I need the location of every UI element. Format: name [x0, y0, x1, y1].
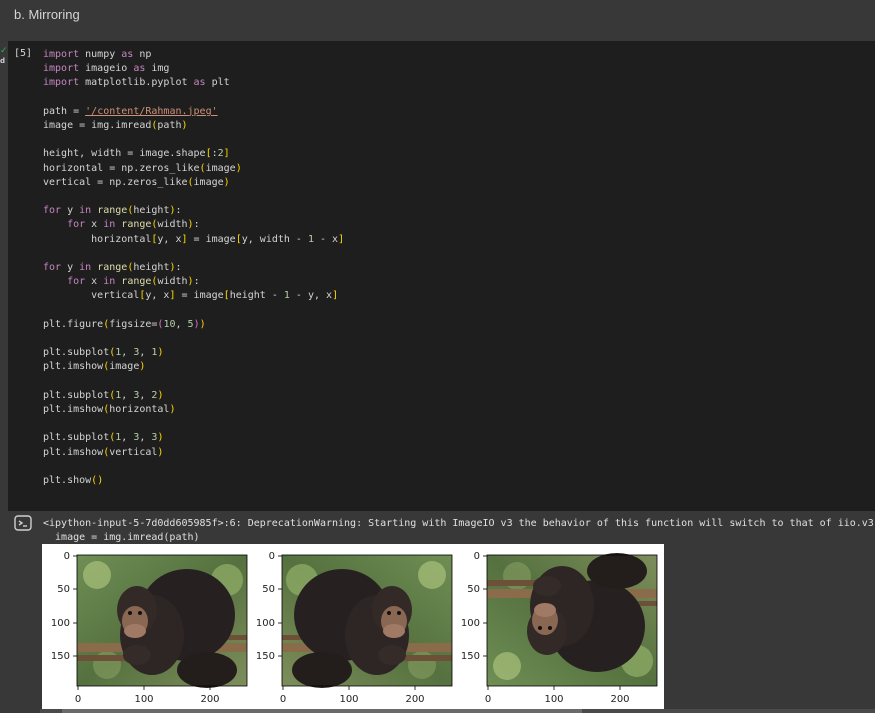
chimpanzee-photo [77, 555, 247, 688]
chimpanzee-photo-flipped-vertically [487, 553, 657, 686]
code-line: plt.imshow(vertical) [43, 446, 164, 458]
code-line: height, width = image.shape[:2] [43, 148, 230, 160]
ytick-label: 150 [256, 651, 275, 662]
code-line: for y in range(height): [43, 262, 182, 274]
code-line: plt.subplot(1, 3, 3) [43, 432, 164, 444]
code-line: import matplotlib.pyplot as plt [43, 77, 230, 89]
chimpanzee-photo-mirrored-horizontally [282, 555, 452, 688]
subplot-vertical: 0 50 100 150 0 100 200 [461, 551, 658, 705]
warning-line: <ipython-input-5-7d0dd605985f>:6: Deprec… [43, 518, 875, 529]
figure-canvas: 0 50 100 150 0 100 200 0 50 100 150 0 10… [51, 551, 658, 705]
code-line: plt.figure(figsize=(10, 5)) [43, 318, 206, 330]
xtick-label: 100 [339, 694, 358, 705]
code-line: for x in range(width): [67, 219, 200, 231]
xtick-label: 0 [485, 694, 491, 705]
ytick-label: 100 [256, 618, 275, 629]
subplot-horizontal: 0 50 100 150 0 100 200 [256, 551, 453, 705]
code-line: horizontal = np.zeros_like(image) [43, 162, 242, 174]
code-line: for y in range(height): [43, 205, 182, 217]
code-line: image = img.imread(path) [43, 120, 188, 132]
code-line: horizontal[y, x] = image[y, width - 1 - … [43, 233, 345, 245]
ytick-label: 100 [51, 618, 70, 629]
xtick-label: 100 [544, 694, 563, 705]
ytick-label: 50 [467, 584, 480, 595]
code-line: path = '/content/Rahman.jpeg' [43, 105, 218, 117]
ytick-label: 0 [474, 551, 480, 562]
code-line: plt.imshow(image) [43, 361, 146, 373]
xtick-label: 200 [200, 694, 219, 705]
xtick-label: 0 [280, 694, 286, 705]
ytick-label: 150 [51, 651, 70, 662]
code-line: vertical[y, x] = image[height - 1 - y, x… [43, 290, 339, 302]
code-line: plt.subplot(1, 3, 2) [43, 389, 164, 401]
markdown-cell[interactable]: b. Mirroring [0, 0, 875, 40]
code-line: import numpy as np [43, 49, 152, 60]
code-text[interactable]: import numpy as np import imageio as img… [43, 48, 344, 488]
code-line: plt.show() [43, 475, 104, 487]
subplot-original: 0 50 100 150 0 100 200 [51, 551, 248, 705]
code-line: vertical = np.zeros_like(image) [43, 176, 230, 188]
matplotlib-figure: 0 50 100 150 0 100 200 0 50 100 150 0 10… [42, 544, 664, 713]
section-heading: b. Mirroring [14, 7, 80, 22]
ytick-label: 100 [461, 618, 480, 629]
output-toggle-icon[interactable] [14, 515, 32, 531]
code-line: plt.subplot(1, 3, 1) [43, 347, 164, 359]
execution-status-icon: ✓ d [0, 46, 8, 65]
scrollbar-thumb[interactable] [62, 709, 582, 713]
ytick-label: 150 [461, 651, 480, 662]
code-line: import imageio as img [43, 63, 170, 75]
code-line: plt.imshow(horizontal) [43, 404, 176, 416]
code-line: for x in range(width): [67, 276, 200, 288]
ytick-label: 0 [269, 551, 275, 562]
warning-output: <ipython-input-5-7d0dd605985f>:6: Deprec… [43, 517, 875, 545]
execution-count: [5] [14, 48, 33, 59]
ytick-label: 50 [262, 584, 275, 595]
xtick-label: 200 [610, 694, 629, 705]
warning-line: image = img.imread(path) [43, 532, 200, 543]
xtick-label: 200 [405, 694, 424, 705]
ytick-label: 0 [64, 551, 70, 562]
xtick-label: 100 [134, 694, 153, 705]
ytick-label: 50 [57, 584, 70, 595]
xtick-label: 0 [75, 694, 81, 705]
